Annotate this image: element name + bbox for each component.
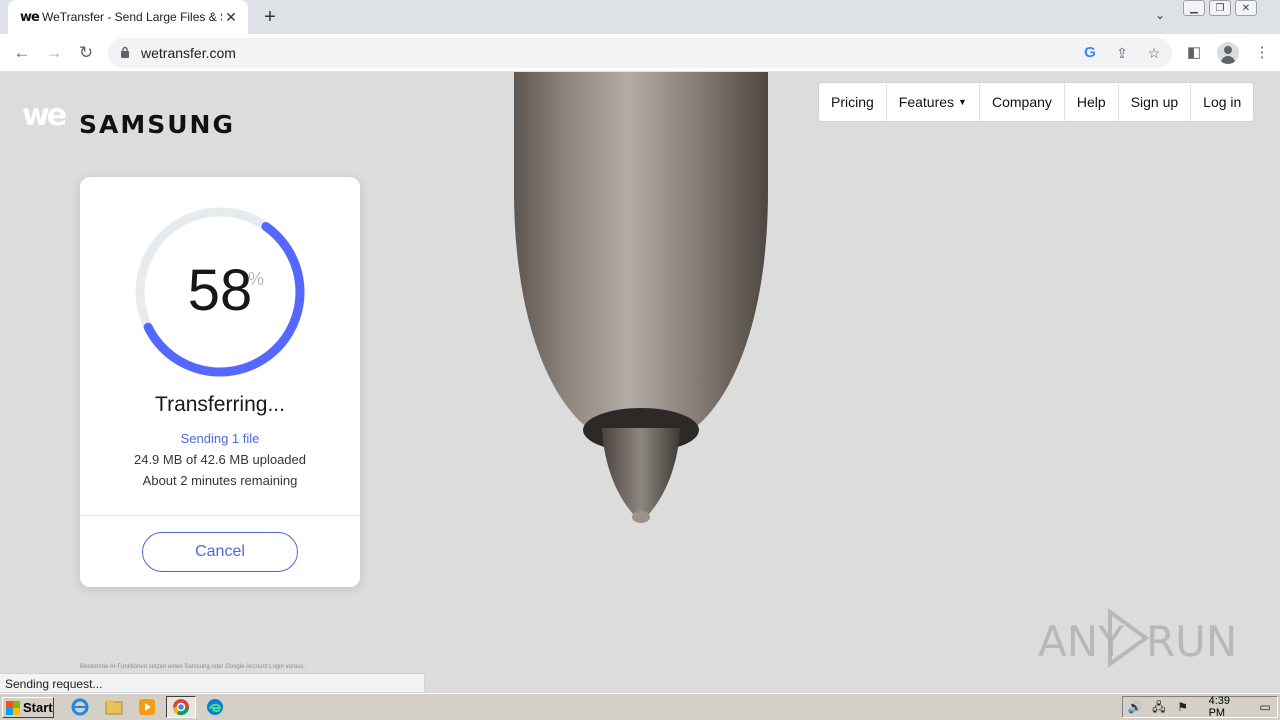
lock-icon [121, 46, 129, 58]
google-icon[interactable]: G [1080, 43, 1100, 63]
start-button[interactable]: Start [2, 697, 54, 718]
show-desktop-icon[interactable]: ▭ [1257, 700, 1273, 714]
close-window-icon[interactable]: ✕ [1235, 0, 1257, 16]
new-tab-icon[interactable]: + [258, 6, 282, 28]
url-text: wetransfer.com [141, 45, 236, 61]
ai-disclaimer-text: Bestimmte AI-Funktionen setzen einen Sam… [80, 664, 306, 670]
network-icon[interactable]: 🖧 [1151, 700, 1167, 714]
address-bar[interactable]: wetransfer.com G ⇪ ☆ [108, 38, 1172, 68]
time-remaining-text: About 2 minutes remaining [142, 473, 298, 488]
side-panel-icon[interactable]: ◧ [1182, 41, 1206, 65]
browser-toolbar: ← → ↻ wetransfer.com G ⇪ ☆ ◧ ⋮ [0, 34, 1280, 72]
nav-company[interactable]: Company [980, 83, 1065, 121]
edge-icon[interactable] [202, 696, 228, 718]
transfer-status-title: Transferring... [155, 393, 285, 416]
forward-arrow-icon[interactable]: → [42, 42, 66, 64]
nav-help[interactable]: Help [1065, 83, 1119, 121]
tab-title: WeTransfer - Send Large Files & Sha [42, 10, 222, 24]
top-navigation: Pricing Features ▼ Company Help Sign up … [818, 82, 1255, 122]
page-content: we SAMSUNG Pricing Features ▼ Company He… [0, 72, 1280, 693]
clock[interactable]: 4:39 PM [1209, 695, 1250, 719]
restore-icon[interactable]: ❐ [1209, 0, 1231, 16]
media-player-icon[interactable] [134, 696, 160, 718]
nav-pricing[interactable]: Pricing [819, 83, 887, 121]
start-label: Start [23, 700, 53, 715]
wetransfer-favicon-icon: we [20, 9, 40, 25]
menu-kebab-icon[interactable]: ⋮ [1250, 41, 1274, 65]
profile-icon[interactable] [1216, 41, 1240, 65]
windows-logo-icon [6, 700, 20, 715]
action-center-flag-icon[interactable]: ⚑ [1175, 700, 1191, 714]
wetransfer-logo[interactable]: we [22, 98, 67, 133]
system-tray: 🔊 🖧 ⚑ 4:39 PM ▭ [1122, 695, 1278, 719]
tab-search-chevron-icon[interactable]: ⌄ [1150, 8, 1170, 26]
internet-explorer-icon[interactable] [67, 696, 93, 718]
chrome-icon[interactable] [166, 696, 196, 718]
back-arrow-icon[interactable]: ← [10, 42, 34, 64]
uploaded-amount-text: 24.9 MB of 42.6 MB uploaded [133, 452, 306, 467]
cancel-button[interactable]: Cancel [142, 532, 298, 572]
file-explorer-icon[interactable] [101, 696, 127, 718]
progress-percent: 58 [187, 258, 253, 323]
chevron-down-icon: ▼ [958, 97, 967, 107]
browser-tab-strip: we WeTransfer - Send Large Files & Sha ✕… [0, 0, 1280, 34]
share-icon[interactable]: ⇪ [1112, 43, 1132, 63]
close-tab-icon[interactable]: ✕ [222, 9, 240, 26]
s-pen-background-image [514, 72, 768, 523]
samsung-logo[interactable]: SAMSUNG [79, 110, 235, 139]
bookmark-star-icon[interactable]: ☆ [1144, 43, 1164, 63]
window-controls: ▁ ❐ ✕ [1183, 0, 1257, 16]
browser-status-bar: Sending request... [0, 673, 425, 693]
transfer-progress-panel: 58 % Transferring... Sending 1 file 24.9… [80, 177, 360, 587]
nav-features[interactable]: Features ▼ [887, 83, 980, 121]
percent-sign: % [248, 269, 265, 289]
anyrun-watermark-logo: ANY RUN [1038, 608, 1237, 668]
watermark-run-text: RUN [1146, 617, 1237, 666]
reload-icon[interactable]: ↻ [74, 42, 98, 64]
sending-files-text: Sending 1 file [180, 431, 260, 446]
nav-features-label: Features [898, 94, 955, 110]
speaker-icon[interactable]: 🔊 [1127, 700, 1143, 714]
nav-log-in[interactable]: Log in [1191, 83, 1253, 121]
tab-wetransfer[interactable]: we WeTransfer - Send Large Files & Sha ✕ [8, 0, 248, 34]
nav-sign-up[interactable]: Sign up [1119, 83, 1192, 121]
minimize-icon[interactable]: ▁ [1183, 0, 1205, 16]
windows-taskbar: Start 🔊 🖧 ⚑ 4:39 PM ▭ [0, 693, 1280, 720]
panel-divider [80, 515, 360, 516]
